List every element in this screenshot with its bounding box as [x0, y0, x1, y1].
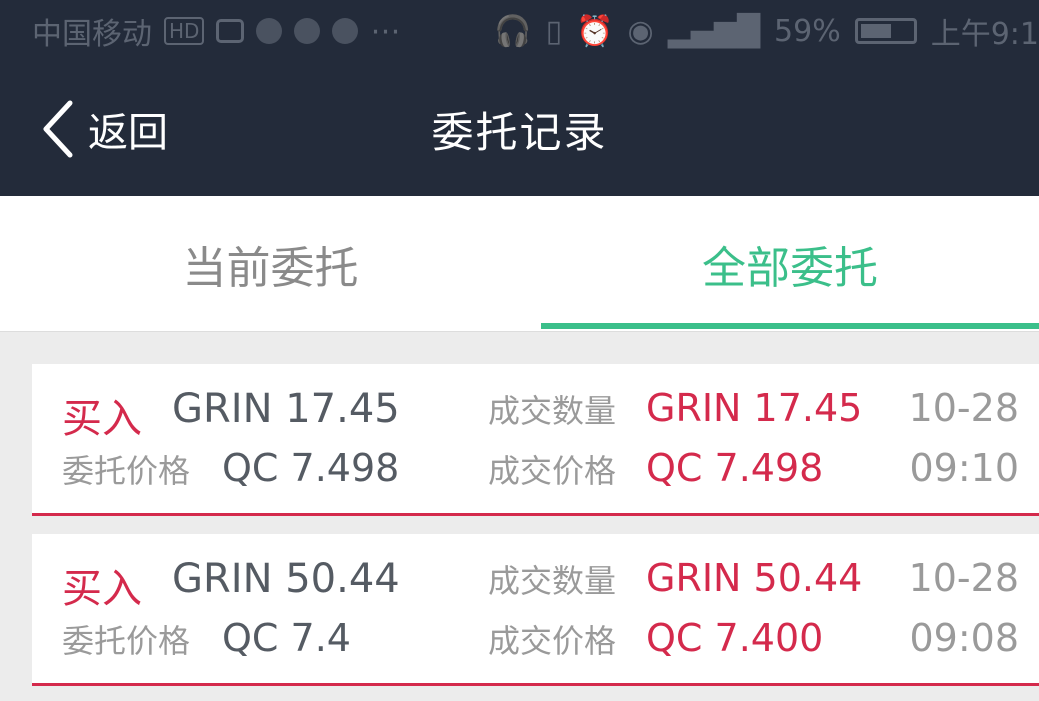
- order-row-bottom: 委托价格 QC 7.4 成交价格 QC 7.400 09:08: [32, 616, 1039, 674]
- more-notifications-icon: ⋯: [370, 13, 401, 49]
- order-card[interactable]: 买入 GRIN 17.45 成交数量 GRIN 17.45 10-28 委托价格…: [32, 364, 1039, 516]
- app-notification-icon: [256, 18, 283, 44]
- order-side: 买入: [62, 396, 142, 442]
- order-date: 10-28: [908, 556, 1019, 600]
- filled-qty-value: GRIN 50.44: [646, 556, 863, 600]
- order-row-bottom: 委托价格 QC 7.498 成交价格 QC 7.498 09:10: [32, 446, 1039, 504]
- entrust-price-value: QC 7.498: [222, 446, 400, 490]
- filled-price-label: 成交价格: [488, 622, 617, 660]
- order-time: 09:10: [909, 446, 1019, 490]
- signal-icon: ▂▄▆█: [667, 13, 761, 49]
- entrust-price-label: 委托价格: [62, 622, 191, 660]
- order-date: 10-28: [908, 386, 1019, 430]
- message-icon: [332, 18, 359, 44]
- eye-icon: ◉: [627, 13, 654, 49]
- filled-price-label: 成交价格: [488, 452, 617, 490]
- order-card[interactable]: 买入 GRIN 50.44 成交数量 GRIN 50.44 10-28 委托价格…: [32, 534, 1039, 686]
- vibrate-icon: ▯: [545, 13, 563, 49]
- order-amount: GRIN 17.45: [172, 386, 400, 432]
- filled-price-value: QC 7.498: [646, 446, 824, 490]
- alarm-icon: ⏰: [576, 13, 614, 49]
- battery-icon: [854, 18, 917, 44]
- order-row-top: 买入 GRIN 50.44 成交数量 GRIN 50.44 10-28: [32, 556, 1039, 614]
- filled-qty-label: 成交数量: [488, 562, 617, 600]
- order-amount: GRIN 50.44: [172, 556, 400, 602]
- filled-qty-label: 成交数量: [488, 392, 617, 430]
- headset-icon: 🎧: [494, 13, 532, 49]
- tab-bar: 当前委托 全部委托: [0, 196, 1039, 332]
- carrier-label: 中国移动: [32, 17, 152, 52]
- tab-all-orders[interactable]: 全部委托: [541, 196, 1039, 332]
- entrust-price-label: 委托价格: [62, 452, 191, 490]
- order-row-top: 买入 GRIN 17.45 成交数量 GRIN 17.45 10-28: [32, 386, 1039, 444]
- tab-current-orders[interactable]: 当前委托: [0, 196, 541, 332]
- filled-price-value: QC 7.400: [646, 616, 824, 660]
- battery-percent: 59%: [774, 13, 841, 49]
- hd-badge: HD: [164, 17, 205, 45]
- entrust-price-value: QC 7.4: [222, 616, 351, 660]
- filled-qty-value: GRIN 17.45: [646, 386, 863, 430]
- page-title: 委托记录: [431, 107, 608, 157]
- title-bar: 返回 委托记录: [0, 62, 1039, 196]
- order-time: 09:08: [909, 616, 1019, 660]
- active-tab-indicator: [541, 323, 1039, 329]
- wechat-icon: [294, 18, 321, 44]
- status-right-group: 🎧 ▯ ⏰ ◉ ▂▄▆█ 59% 上午9:1: [494, 0, 1039, 62]
- status-left-group: 中国移动 HD ⋯: [32, 9, 400, 53]
- order-side: 买入: [62, 566, 142, 612]
- notification-icon: [216, 19, 245, 43]
- status-bar: 中国移动 HD ⋯ 🎧 ▯ ⏰ ◉ ▂▄▆█ 59% 上午9:1: [0, 0, 1039, 62]
- clock: 上午9:1: [930, 17, 1039, 52]
